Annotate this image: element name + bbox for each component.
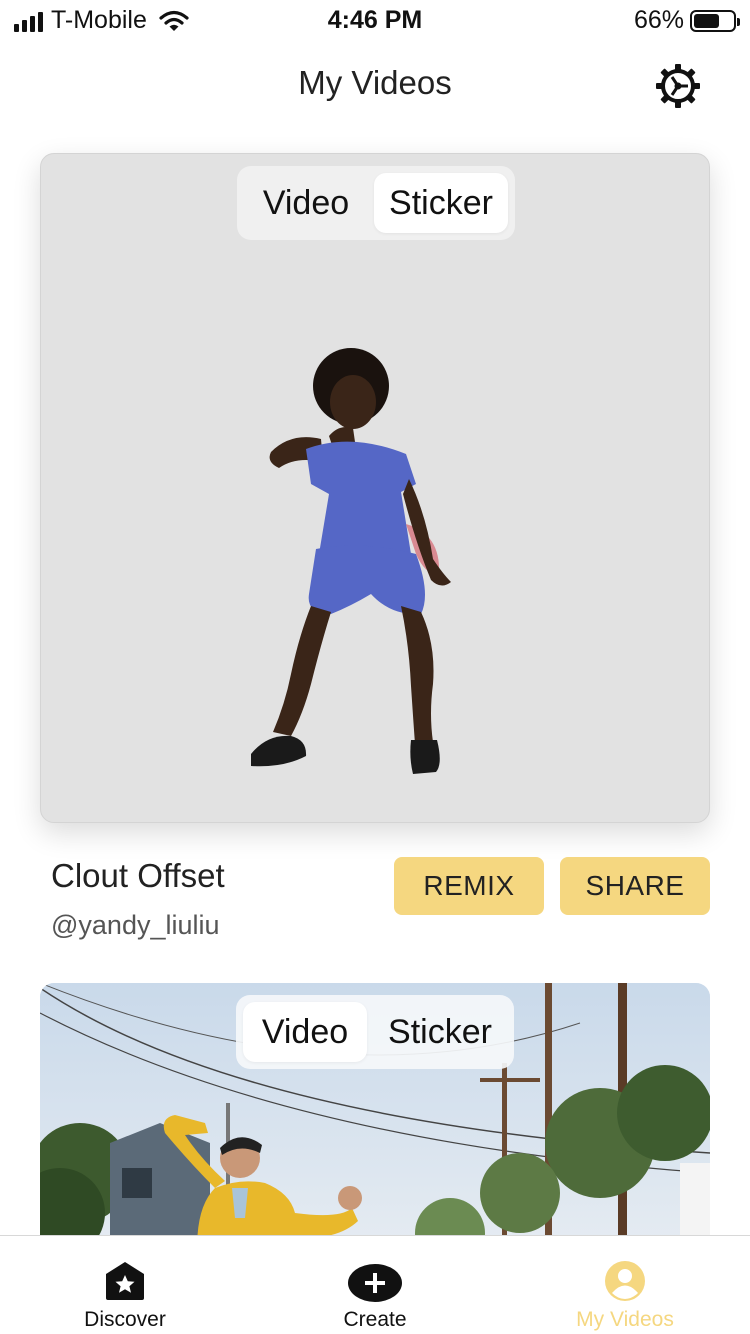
tab-create[interactable]: Create — [250, 1236, 500, 1334]
video-card-video-preview[interactable]: Video Sticker — [40, 983, 710, 1235]
video-title: Clout Offset — [51, 857, 225, 894]
person-circle-icon — [605, 1261, 645, 1301]
segment-sticker-2[interactable]: Sticker — [373, 1002, 507, 1062]
segment-video-2[interactable]: Video — [243, 1002, 367, 1062]
video-feed[interactable]: Video Sticker Clout Offset @yandy_liuliu… — [0, 130, 750, 1235]
tab-my-videos[interactable]: My Videos — [500, 1236, 750, 1334]
tab-discover[interactable]: Discover — [0, 1236, 250, 1334]
page-title: My Videos — [298, 64, 452, 101]
battery-level — [694, 13, 720, 28]
remix-button[interactable]: REMIX — [394, 857, 544, 915]
battery-percent: 66% — [633, 6, 684, 34]
video-card-sticker-preview[interactable]: Video Sticker — [40, 153, 710, 823]
house-star-icon — [106, 1262, 144, 1300]
video-sticker-toggle[interactable]: Video Sticker — [237, 166, 515, 240]
settings-button[interactable] — [654, 62, 702, 110]
tab-discover-label: Discover — [84, 1308, 166, 1331]
tab-create-label: Create — [343, 1308, 407, 1331]
status-right: 66% — [633, 6, 740, 35]
battery-icon — [690, 9, 740, 32]
share-button[interactable]: SHARE — [560, 857, 710, 915]
video-author[interactable]: @yandy_liuliu — [51, 910, 220, 941]
tab-my-videos-label: My Videos — [576, 1308, 674, 1331]
plus-circle-icon — [348, 1264, 402, 1302]
video-sticker-toggle-2[interactable]: Video Sticker — [236, 995, 514, 1069]
gear-icon — [656, 64, 700, 108]
tab-bar: Discover Create My Videos — [0, 1235, 750, 1334]
segment-video[interactable]: Video — [244, 173, 368, 233]
status-bar: T-Mobile 4:46 PM 66% — [0, 0, 750, 40]
dancing-child-sticker-image — [251, 348, 451, 774]
segment-sticker[interactable]: Sticker — [374, 173, 508, 233]
